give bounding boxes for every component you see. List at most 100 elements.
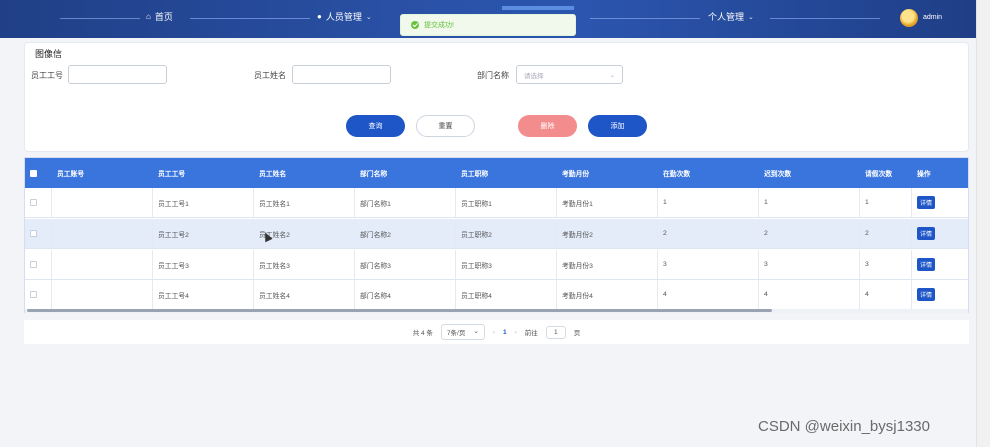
emp-name-input[interactable] [292,65,391,84]
table-row[interactable]: 员工工号3 员工姓名3 部门名称3 员工职称3 考勤月份3 3 3 3 详情 [25,250,968,280]
col-header: 部门名称 [360,171,388,178]
detail-button[interactable]: 详情 [917,288,936,301]
emp-name-label: 员工姓名 [254,71,286,80]
detail-button[interactable]: 详情 [917,258,936,271]
cell-actions: 详情 [912,280,968,309]
row-checkbox[interactable] [30,230,37,237]
dept-placeholder: 请选择 [524,72,544,80]
add-button[interactable]: 添加 [588,115,647,137]
cell-actions: 详情 [912,188,968,217]
cell-emp-no: 员工工号1 [153,188,254,217]
cell-emp-name: 员工姓名4 [254,280,355,309]
row-checkbox[interactable] [30,199,37,206]
nav-decoration [590,18,700,19]
cell-late: 2 [759,219,860,248]
avatar[interactable] [900,9,918,27]
detail-button[interactable]: 详情 [917,196,936,209]
detail-button[interactable]: 详情 [917,227,936,240]
cell-leave: 3 [860,250,912,279]
toast-message: 提交成功! [424,22,454,29]
pagination: 共 4 条 7条/页 ⌄ ‹ 1 › 前往 1 页 [24,320,969,344]
reset-button[interactable]: 重置 [416,115,475,137]
col-header: 迟到次数 [764,171,792,178]
row-checkbox[interactable] [30,261,37,268]
col-header: 员工姓名 [259,171,287,178]
cell-emp-no: 员工工号4 [153,280,254,309]
cell-account [52,219,153,248]
table-row[interactable]: 员工工号4 员工姓名4 部门名称4 员工职称4 考勤月份4 4 4 4 详情 [25,280,968,310]
table-row[interactable]: 员工工号1 员工姓名1 部门名称1 员工职称1 考勤月份1 1 1 1 详情 [25,188,968,218]
cell-emp-no: 员工工号2 [153,219,254,248]
chevron-down-icon: ⌄ [609,71,615,79]
panel-title: 图像信 [35,49,63,59]
page-number[interactable]: 1 [503,329,507,336]
table-row[interactable]: 员工工号2 员工姓名2 部门名称2 员工职称2 考勤月份2 2 2 2 详情 [25,219,968,249]
cell-month: 考勤月份1 [557,188,658,217]
cell-present: 2 [658,219,759,248]
emp-no-input[interactable] [68,65,167,84]
nav-home[interactable]: ⌂ 首页 [146,10,173,23]
cell-present: 1 [658,188,759,217]
delete-button[interactable]: 删除 [518,115,577,137]
cell-late: 3 [759,250,860,279]
search-panel: 图像信 员工工号 员工姓名 部门名称 请选择 ⌄ 查询 重置 删除 添加 [24,42,969,152]
cell-late: 4 [759,280,860,309]
chevron-down-icon: ⌄ [748,13,754,21]
cell-month: 考勤月份3 [557,250,658,279]
cell-emp-no: 员工工号3 [153,250,254,279]
page-size-value: 7条/页 [446,330,466,337]
col-header: 考勤月份 [562,171,590,178]
cell-late: 1 [759,188,860,217]
page-size-select[interactable]: 7条/页 ⌄ [440,324,485,340]
row-select-cell[interactable] [25,280,52,309]
goto-label: 前往 [524,330,538,337]
select-all-cell[interactable] [25,158,52,188]
cell-account [52,250,153,279]
cell-account [52,280,153,309]
vertical-scrollbar[interactable] [976,0,990,447]
nav-staff-label: 人员管理 [325,12,362,22]
cell-title: 员工职称4 [456,280,557,309]
cell-leave: 4 [860,280,912,309]
nav-staff-menu[interactable]: ● 人员管理 ⌄ [317,10,372,23]
row-checkbox[interactable] [30,291,37,298]
chevron-down-icon: ⌄ [473,328,479,335]
nav-personal-label: 个人管理 [708,12,745,22]
select-all-checkbox[interactable] [30,169,37,177]
col-header: 员工账号 [57,171,85,178]
cell-actions: 详情 [912,219,968,248]
nav-active-indicator [502,6,574,10]
next-page-button[interactable]: › [515,329,517,336]
emp-no-label: 员工工号 [31,71,63,80]
horizontal-scrollbar[interactable] [25,309,968,313]
user-name[interactable]: admin [923,14,942,21]
cell-dept: 部门名称1 [355,188,456,217]
cell-leave: 1 [860,188,912,217]
home-icon: ⌂ [146,12,151,21]
row-select-cell[interactable] [25,219,52,248]
page-unit-label: 页 [573,330,581,337]
cell-present: 4 [658,280,759,309]
cell-title: 员工职称3 [456,250,557,279]
goto-page-input[interactable]: 1 [545,325,566,339]
query-button[interactable]: 查询 [346,115,405,137]
col-header: 操作 [917,171,931,178]
table-header: 员工账号 员工工号 员工姓名 部门名称 员工职称 考勤月份 在勤次数 迟到次数 … [25,158,968,188]
cell-actions: 详情 [912,250,968,279]
user-icon: ● [317,12,322,21]
row-select-cell[interactable] [25,250,52,279]
scrollbar-thumb[interactable] [27,309,772,312]
cell-account [52,188,153,217]
cell-month: 考勤月份4 [557,280,658,309]
prev-page-button[interactable]: ‹ [493,329,495,336]
col-header: 在勤次数 [663,171,691,178]
nav-decoration [770,18,880,19]
cell-dept: 部门名称3 [355,250,456,279]
row-select-cell[interactable] [25,188,52,217]
chevron-down-icon: ⌄ [365,13,372,21]
watermark-text: CSDN @weixin_bysj1330 [758,418,930,435]
cell-title: 员工职称1 [456,188,557,217]
dept-select[interactable]: 请选择 ⌄ [516,65,623,84]
nav-personal-menu[interactable]: 个人管理 ⌄ [708,10,754,23]
cell-title: 员工职称2 [456,219,557,248]
